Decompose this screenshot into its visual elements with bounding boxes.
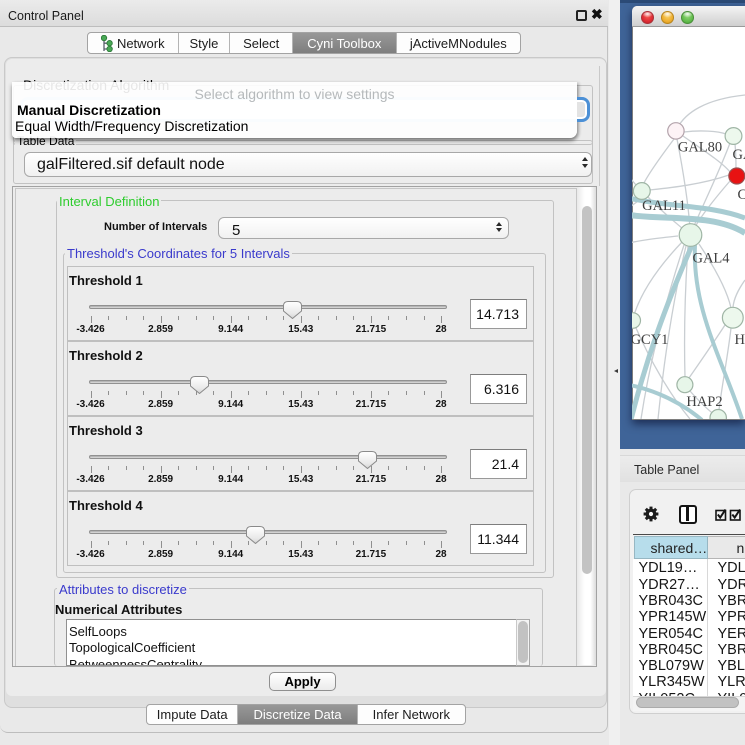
svg-text:GAL80: GAL80 [678, 140, 722, 156]
svg-text:GAL: GAL [733, 147, 745, 163]
svg-text:GAL11: GAL11 [642, 198, 686, 214]
svg-text:GCY1: GCY1 [632, 332, 668, 348]
svg-text:GAL4: GAL4 [692, 251, 730, 267]
svg-text:H: H [735, 332, 745, 348]
svg-text:C: C [738, 187, 745, 203]
svg-text:HAP2: HAP2 [686, 394, 722, 410]
